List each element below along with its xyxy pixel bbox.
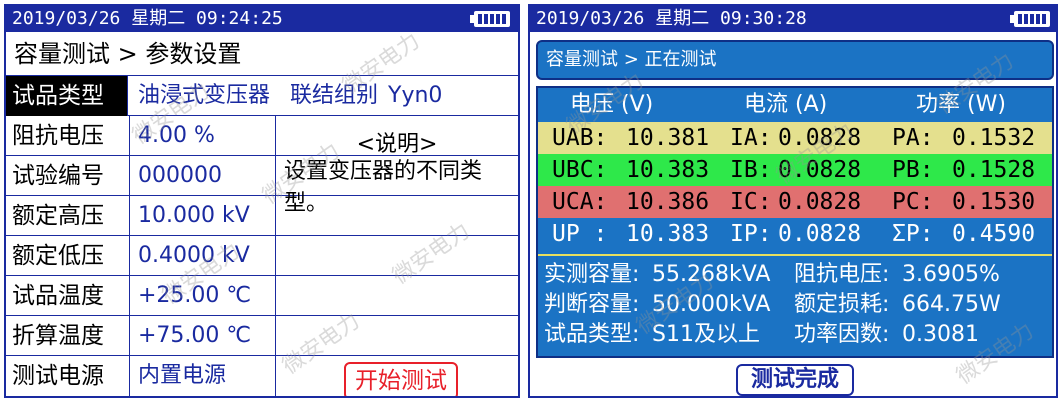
param-value[interactable]: +25.00 ℃ — [130, 276, 276, 316]
summary-value: 55.268kVA — [652, 262, 771, 287]
power-value: 0.1532 — [952, 125, 1036, 151]
current-label: IC: — [730, 189, 772, 215]
page-title: 容量测试 > 正在测试 — [536, 40, 1054, 80]
datetime: 2019/03/26 星期二 09:30:28 — [536, 8, 807, 29]
param-value[interactable]: 4.00 % — [130, 116, 276, 156]
measurement-row-ca: UCA: 10.386 IC: 0.0828 PC: 0.1530 — [538, 186, 1052, 218]
param-value[interactable]: 内置电源 — [130, 356, 276, 396]
divider — [538, 254, 1052, 256]
battery-icon — [1010, 11, 1050, 27]
measurement-row-bc: UBC: 10.383 IB: 0.0828 PB: 0.1528 — [538, 154, 1052, 186]
power-value: 0.4590 — [952, 221, 1036, 247]
status-bar: 2019/03/26 星期二 09:24:25 — [6, 6, 518, 32]
connection-label: 联结组别 — [290, 83, 379, 108]
testing-screen: 2019/03/26 星期二 09:30:28 容量测试 > 正在测试 电压 (… — [528, 4, 1058, 398]
summary-value: 664.75W — [902, 292, 1001, 317]
summary-label: 阻抗电压: — [794, 262, 890, 287]
param-value[interactable]: 0.4000 kV — [130, 236, 276, 276]
summary-row: 试品类型: S11及以上 功率因数: 0.3081 — [544, 320, 1052, 350]
summary-value: 50.000kVA — [652, 292, 771, 317]
summary-value: 3.6905% — [902, 262, 1000, 287]
param-grid: 试品类型 油浸式变压器 联结组别 Yyn0 阻抗电压 4.00 % 试验编号 000… — [6, 76, 518, 396]
power-value: 0.1530 — [952, 189, 1036, 215]
current-label: IB: — [730, 157, 772, 183]
power-header: 功率 (W) — [916, 92, 1006, 117]
battery-icon — [470, 11, 510, 27]
explain-text: 设置变压器的不同类型。 — [284, 159, 483, 216]
param-label: 试验编号 — [6, 156, 130, 196]
voltage-label: UP : — [552, 221, 608, 247]
current-value: 0.0828 — [778, 189, 862, 215]
param-label: 试品温度 — [6, 276, 130, 316]
start-test-button[interactable]: 开始测试 — [344, 362, 458, 396]
summary-label: 判断容量: — [544, 292, 640, 317]
explain-title: <说明> — [356, 132, 438, 157]
measurement-header: 电压 (V) 电流 (A) 功率 (W) — [538, 90, 1052, 120]
power-label: PB: — [892, 157, 934, 183]
summary-row: 判断容量: 50.000kVA 额定损耗: 664.75W — [544, 290, 1052, 320]
current-value: 0.0828 — [778, 221, 862, 247]
param-value[interactable]: +75.00 ℃ — [130, 316, 276, 356]
page-title: 容量测试 > 参数设置 — [6, 32, 518, 76]
summary-label: 额定损耗: — [794, 292, 890, 317]
status-bar: 2019/03/26 星期二 09:30:28 — [530, 6, 1056, 32]
current-label: IA: — [730, 125, 772, 151]
explain-panel: <说明> 设置变压器的不同类型。 开始测试 — [276, 116, 518, 396]
current-value: 0.0828 — [778, 125, 862, 151]
power-label: PA: — [892, 125, 934, 151]
connection-value: Yyn0 — [388, 83, 443, 108]
param-setup-screen: 2019/03/26 星期二 09:24:25 容量测试 > 参数设置 试品类型… — [4, 4, 520, 398]
summary-value: 0.3081 — [902, 322, 979, 347]
summary-label: 功率因数: — [794, 322, 890, 347]
voltage-value: 10.383 — [626, 157, 710, 183]
test-complete-button[interactable]: 测试完成 — [736, 364, 854, 396]
power-value: 0.1528 — [952, 157, 1036, 183]
param-label: 折算温度 — [6, 316, 130, 356]
summary-label: 实测容量: — [544, 262, 640, 287]
current-header: 电流 (A) — [744, 92, 828, 117]
power-label: PC: — [892, 189, 934, 215]
summary-row: 实测容量: 55.268kVA 阻抗电压: 3.6905% — [544, 260, 1052, 290]
datetime: 2019/03/26 星期二 09:24:25 — [12, 8, 283, 29]
current-label: IP: — [730, 221, 772, 247]
sample-type-label[interactable]: 试品类型 — [6, 76, 128, 116]
param-value[interactable]: 10.000 kV — [130, 196, 276, 236]
voltage-value: 10.383 — [626, 221, 710, 247]
measurement-panel: 电压 (V) 电流 (A) 功率 (W) UAB: 10.381 IA: 0.0… — [536, 86, 1054, 358]
summary-value: S11及以上 — [652, 322, 760, 347]
voltage-label: UBC: — [552, 157, 608, 183]
param-label: 测试电源 — [6, 356, 130, 396]
sample-type-row[interactable]: 试品类型 油浸式变压器 联结组别 Yyn0 — [6, 76, 518, 116]
power-label: ΣP: — [892, 221, 934, 247]
param-label: 额定低压 — [6, 236, 130, 276]
voltage-value: 10.381 — [626, 125, 710, 151]
measurement-row-avg: UP : 10.383 IP: 0.0828 ΣP: 0.4590 — [538, 218, 1052, 250]
voltage-value: 10.386 — [626, 189, 710, 215]
sample-type-text: 油浸式变压器 — [138, 83, 271, 108]
voltage-label: UCA: — [552, 189, 608, 215]
param-value[interactable]: 000000 — [130, 156, 276, 196]
summary-label: 试品类型: — [544, 322, 640, 347]
sample-type-value[interactable]: 油浸式变压器 联结组别 Yyn0 — [130, 76, 518, 116]
measurement-row-ab: UAB: 10.381 IA: 0.0828 PA: 0.1532 — [538, 122, 1052, 154]
param-label: 额定高压 — [6, 196, 130, 236]
param-label: 阻抗电压 — [6, 116, 130, 156]
voltage-label: UAB: — [552, 125, 608, 151]
current-value: 0.0828 — [778, 157, 862, 183]
voltage-header: 电压 (V) — [570, 92, 654, 117]
